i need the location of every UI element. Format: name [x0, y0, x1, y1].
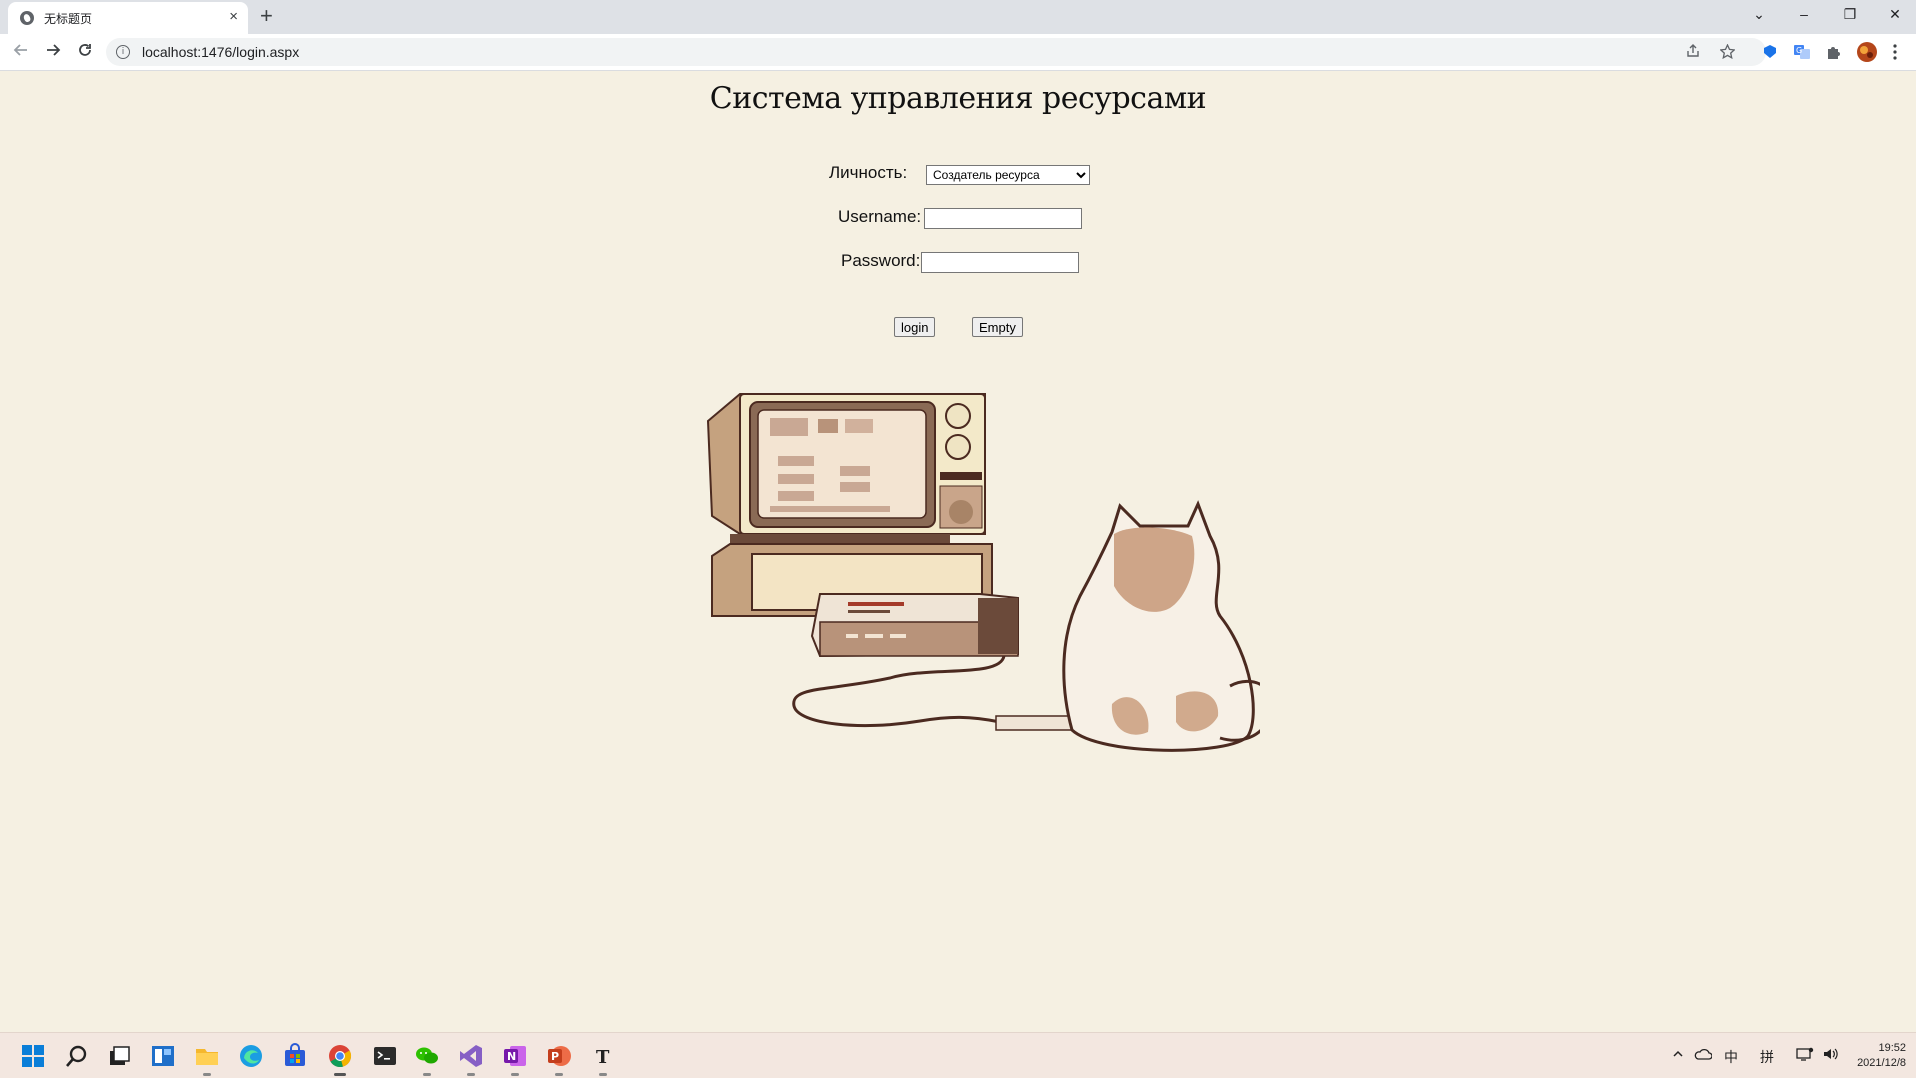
extension-shield-icon[interactable]: [1761, 43, 1779, 61]
address-bar[interactable]: i localhost:1476/login.aspx: [106, 38, 1766, 66]
running-indicator: [555, 1073, 563, 1076]
close-window-button[interactable]: ✕: [1885, 6, 1905, 22]
clock-date: 2021/12/8: [1857, 1057, 1906, 1069]
wechat-icon[interactable]: [414, 1043, 440, 1069]
clock-time: 19:52: [1878, 1042, 1906, 1054]
page-title: Система управления ресурсами: [709, 81, 1207, 116]
login-button[interactable]: login: [894, 317, 936, 337]
windows-taskbar: N P T 中 拼 19:52 2021/12/8: [0, 1032, 1916, 1078]
active-indicator: [334, 1073, 346, 1076]
volume-icon[interactable]: [1822, 1047, 1840, 1064]
chrome-menu-icon[interactable]: [1892, 43, 1910, 61]
widgets-icon[interactable]: [150, 1043, 176, 1069]
powerpoint-icon[interactable]: P: [546, 1043, 572, 1069]
tab-search-button[interactable]: ⌄: [1749, 6, 1769, 22]
onenote-icon[interactable]: N: [502, 1043, 528, 1069]
network-icon[interactable]: [1796, 1047, 1814, 1064]
typora-icon[interactable]: T: [590, 1043, 616, 1069]
system-clock[interactable]: 19:52 2021/12/8: [1857, 1041, 1906, 1071]
retro-computer-cat-illustration: [706, 393, 1260, 752]
extensions-puzzle-icon[interactable]: [1825, 43, 1843, 61]
task-view-icon[interactable]: [106, 1043, 132, 1069]
input-mode-indicator[interactable]: 拼: [1760, 1047, 1774, 1067]
running-indicator: [599, 1073, 607, 1076]
back-arrow-icon[interactable]: [10, 42, 32, 63]
svg-text:N: N: [507, 1050, 516, 1063]
translate-icon[interactable]: G: [1793, 43, 1811, 61]
start-icon[interactable]: [20, 1043, 46, 1069]
file-explorer-icon[interactable]: [194, 1043, 220, 1069]
url-text[interactable]: localhost:1476/login.aspx: [142, 44, 299, 60]
edge-icon[interactable]: [238, 1043, 264, 1069]
share-icon[interactable]: [1686, 44, 1700, 61]
running-indicator: [423, 1073, 431, 1076]
chrome-icon[interactable]: [327, 1043, 353, 1069]
running-indicator: [203, 1073, 211, 1076]
forward-arrow-icon[interactable]: [42, 42, 64, 63]
svg-text:G: G: [1796, 46, 1802, 55]
chevron-up-icon[interactable]: [1672, 1047, 1684, 1063]
tab-title: 无标题页: [44, 12, 93, 26]
empty-button[interactable]: Empty: [972, 317, 1023, 337]
username-input[interactable]: [924, 208, 1082, 229]
svg-text:P: P: [551, 1050, 559, 1063]
store-icon[interactable]: [282, 1043, 308, 1069]
tab-strip: 无标题页 × + ⌄ – ❐ ✕: [0, 0, 1916, 34]
page-content: Система управления ресурсами Личность: С…: [0, 71, 1916, 1032]
running-indicator: [511, 1073, 519, 1076]
minimize-button[interactable]: –: [1794, 6, 1814, 22]
restore-button[interactable]: ❐: [1840, 6, 1860, 22]
reload-icon[interactable]: [74, 42, 96, 63]
search-icon[interactable]: [64, 1043, 90, 1069]
password-label: Password:: [841, 251, 921, 270]
role-label: Личность:: [829, 163, 908, 182]
running-indicator: [467, 1073, 475, 1076]
browser-tab[interactable]: 无标题页 ×: [8, 2, 248, 34]
password-input[interactable]: [921, 252, 1079, 273]
role-select[interactable]: Создатель ресурса: [926, 165, 1090, 185]
input-language-indicator[interactable]: 中: [1724, 1047, 1738, 1067]
tab-close-button[interactable]: ×: [229, 8, 238, 26]
terminal-icon[interactable]: [372, 1043, 398, 1069]
username-label: Username:: [838, 207, 922, 226]
profile-avatar-icon[interactable]: [1856, 41, 1878, 63]
visual-studio-icon[interactable]: [458, 1043, 484, 1069]
site-info-icon[interactable]: i: [116, 45, 130, 59]
svg-text:T: T: [596, 1047, 610, 1068]
browser-toolbar: i localhost:1476/login.aspx G: [0, 34, 1916, 71]
onedrive-cloud-icon[interactable]: [1694, 1047, 1713, 1063]
globe-icon: [20, 11, 34, 25]
bookmark-star-icon[interactable]: [1719, 43, 1736, 62]
new-tab-button[interactable]: +: [260, 4, 273, 28]
